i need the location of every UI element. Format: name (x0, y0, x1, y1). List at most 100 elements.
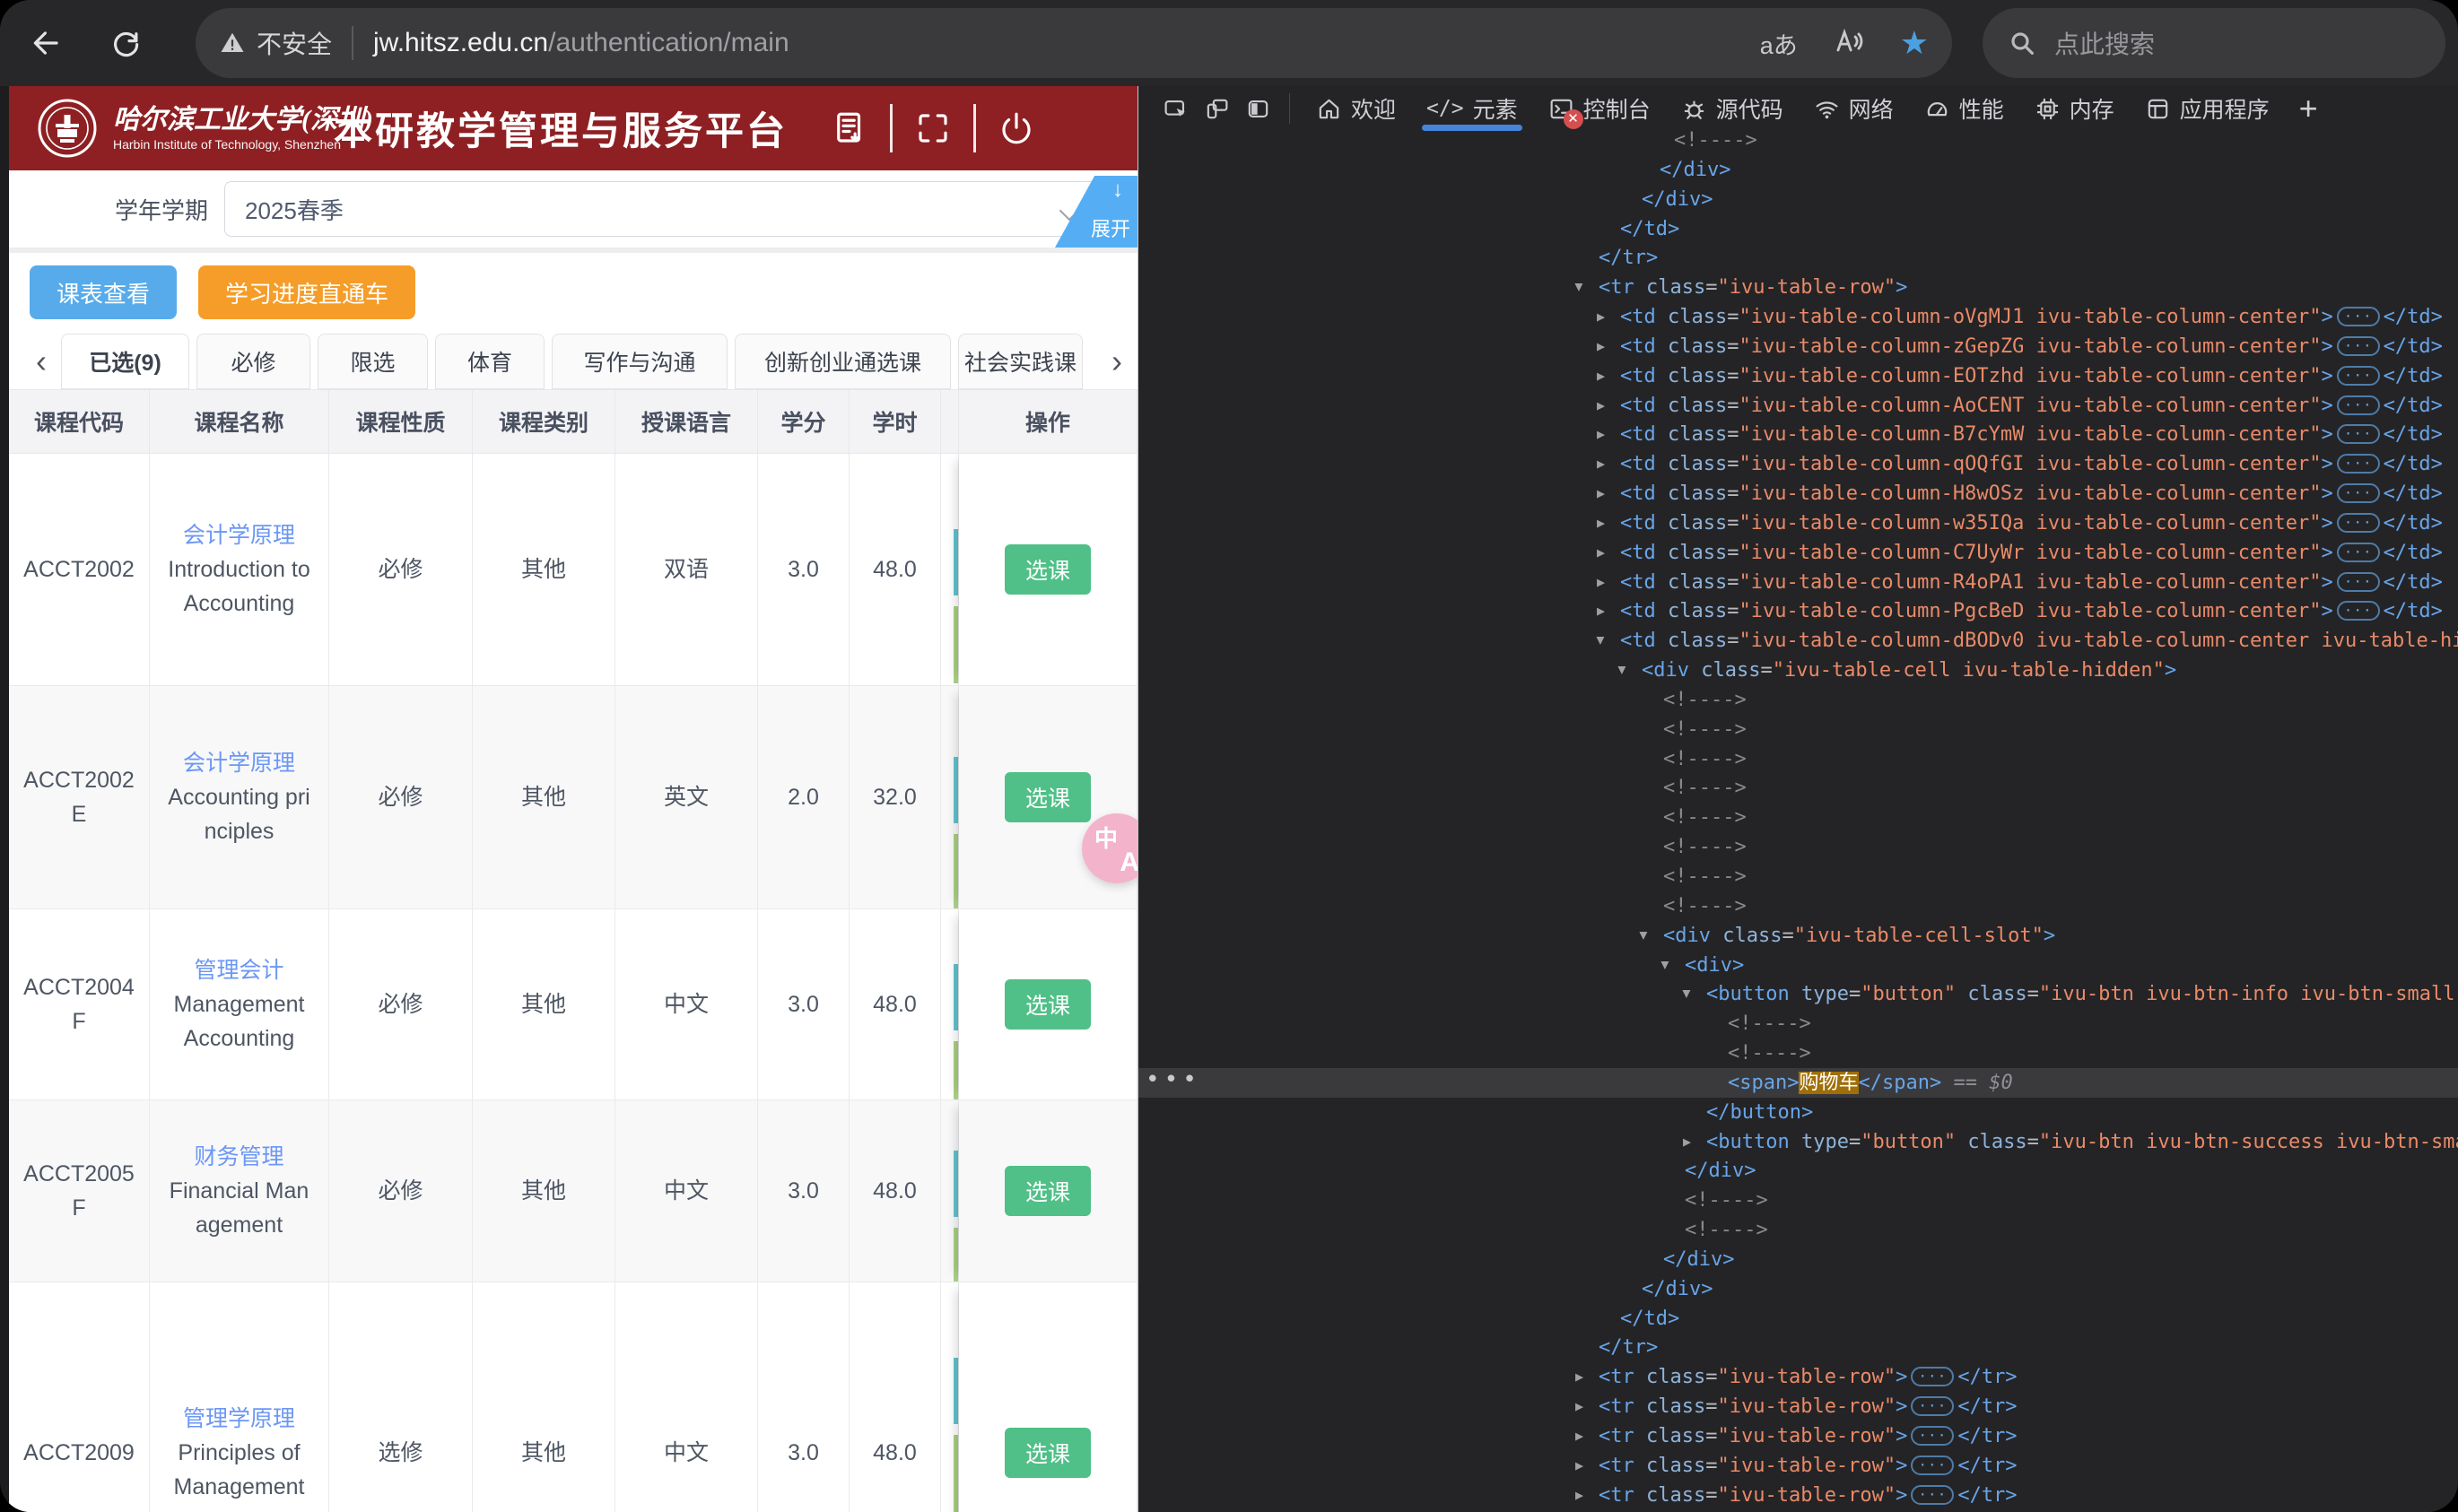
expand-arrow-closed-icon[interactable]: ▶ (1575, 1451, 1583, 1481)
course-name-link[interactable]: 会计学原理 (183, 746, 295, 780)
favorite-star-icon[interactable]: ★ (1900, 24, 1929, 62)
expand-arrow-closed-icon[interactable]: ▶ (1597, 538, 1605, 568)
course-tab[interactable]: 必修 (196, 334, 310, 389)
select-course-button[interactable]: 选课 (1005, 1166, 1091, 1216)
dom-tree-node[interactable]: <!----> (1138, 744, 2458, 774)
dom-tree-node[interactable]: </button> (1138, 1098, 2458, 1127)
back-icon[interactable] (22, 18, 72, 68)
dom-tree-node[interactable]: ▶ <tr class="ivu-table-row"> ··· </tr> (1138, 1392, 2458, 1421)
devtools-tab-欢迎[interactable]: 欢迎 (1301, 86, 1411, 131)
dom-tree-node[interactable]: </td> (1138, 1304, 2458, 1334)
dom-tree-node[interactable]: <!----> (1138, 685, 2458, 715)
dom-tree-node[interactable]: ▶ <td class="ivu-table-column-C7UyWr ivu-… (1138, 538, 2458, 568)
dom-tree-node[interactable]: <!----> (1138, 131, 2458, 155)
expand-arrow-closed-icon[interactable]: ▶ (1575, 1421, 1583, 1451)
expand-arrow-closed-icon[interactable]: ▶ (1575, 1392, 1583, 1421)
dom-tree-node[interactable]: ▶ <div> (1138, 951, 2458, 980)
dom-tree-node[interactable]: ▶ <td class="ivu-table-column-qOQfGI ivu-… (1138, 449, 2458, 479)
dom-tree-node[interactable]: <!----> (1138, 1215, 2458, 1245)
reload-icon[interactable] (100, 18, 151, 68)
dom-tree-node[interactable]: ▶ <td class="ivu-table-column-oVgMJ1 ivu-… (1138, 302, 2458, 332)
dom-tree-node[interactable]: </tr> (1138, 243, 2458, 273)
hidden-children-badge[interactable]: ··· (2336, 542, 2380, 562)
expand-arrow-open-icon[interactable]: ▶ (1629, 932, 1659, 940)
select-course-button[interactable]: 选课 (1005, 772, 1091, 822)
hidden-children-badge[interactable]: ··· (1911, 1367, 1955, 1387)
expand-arrow-closed-icon[interactable]: ▶ (1597, 508, 1605, 538)
inspect-element-icon[interactable] (1155, 89, 1196, 128)
language-tools-icon[interactable]: aあ (1760, 26, 1798, 61)
hidden-children-badge[interactable]: ··· (2336, 307, 2380, 327)
dom-tree-node[interactable]: <!----> (1138, 832, 2458, 862)
hidden-children-badge[interactable]: ··· (2336, 454, 2380, 474)
dom-tree-node[interactable]: <!----> (1138, 1009, 2458, 1038)
fullscreen-icon[interactable] (914, 109, 952, 147)
action-button[interactable]: 学习进度直通车 (198, 265, 416, 319)
dom-tree-node[interactable]: ▶ <button type="button" class="ivu-btn iv… (1138, 979, 2458, 1009)
course-tab[interactable]: 限选 (318, 334, 428, 389)
hidden-children-badge[interactable]: ··· (2336, 335, 2380, 356)
course-name-link[interactable]: 财务管理 (194, 1140, 283, 1174)
expand-arrow-closed-icon[interactable]: ▶ (1597, 361, 1605, 391)
expand-arrow-closed-icon[interactable]: ▶ (1683, 1127, 1691, 1157)
address-bar[interactable]: 不安全 jw.hitsz.edu.cn/authentication/main … (196, 8, 1952, 78)
dom-tree-node[interactable]: ▶ <tr class="ivu-table-row"> (1138, 273, 2458, 302)
dom-tree-node[interactable]: ▶ <td class="ivu-table-column-dBODv0 ivu-… (1138, 626, 2458, 656)
more-tabs-icon[interactable]: + (2285, 90, 2332, 127)
dom-tree-node[interactable]: </div> (1138, 1156, 2458, 1186)
dom-tree-node[interactable]: ▶ <td class="ivu-table-column-PgcBeD ivu-… (1138, 596, 2458, 626)
hidden-children-badge[interactable]: ··· (2336, 512, 2380, 533)
dom-tree-node[interactable]: <!----> (1138, 773, 2458, 803)
devtools-tab-元素[interactable]: </> 元素 (1411, 86, 1533, 131)
course-name-link[interactable]: 会计学原理 (183, 518, 295, 552)
logout-power-icon[interactable] (998, 109, 1035, 147)
panel-resize-grip[interactable]: ••• (1146, 1068, 1201, 1095)
expand-arrow-closed-icon[interactable]: ▶ (1597, 596, 1605, 626)
course-name-link[interactable]: 管理学原理 (183, 1402, 295, 1436)
course-tab[interactable]: 体育 (435, 334, 545, 389)
expand-arrow-closed-icon[interactable]: ▶ (1575, 1481, 1583, 1510)
dom-tree-node[interactable]: ▶ <button type="button" class="ivu-btn iv… (1138, 1127, 2458, 1157)
search-box[interactable]: 点此搜索 (1983, 8, 2445, 78)
devtools-tab-内存[interactable]: 内存 (2019, 86, 2130, 131)
tabs-scroll-left-icon[interactable]: ‹ (22, 334, 61, 389)
expand-arrow-open-icon[interactable]: ▶ (1672, 990, 1702, 998)
course-name-link[interactable]: 管理会计 (194, 953, 283, 987)
devtools-tab-网络[interactable]: 网络 (1799, 86, 1909, 131)
dom-tree-node[interactable]: ▶ <tr class="ivu-table-row"> ··· </tr> (1138, 1451, 2458, 1481)
expand-arrow-open-icon[interactable]: ▶ (1586, 637, 1616, 645)
dom-tree-node[interactable]: <!----> (1138, 891, 2458, 921)
expand-arrow-closed-icon[interactable]: ▶ (1597, 479, 1605, 508)
expand-arrow-closed-icon[interactable]: ▶ (1597, 391, 1605, 421)
dom-tree-node[interactable]: <!----> (1138, 1038, 2458, 1068)
dom-tree-node[interactable]: ▶ <td class="ivu-table-column-AoCENT ivu-… (1138, 391, 2458, 421)
dom-tree-node[interactable]: <!----> (1138, 803, 2458, 832)
tabs-scroll-right-icon[interactable]: › (1096, 334, 1137, 389)
dom-tree-node[interactable]: ▶ <tr class="ivu-table-row"> ··· </tr> (1138, 1481, 2458, 1510)
dom-tree-node[interactable]: </div> (1138, 185, 2458, 214)
hidden-children-badge[interactable]: ··· (2336, 601, 2380, 621)
devtools-tab-应用程序[interactable]: 应用程序 (2130, 86, 2285, 131)
devtools-tab-控制台[interactable]: ✕ 控制台 (1533, 86, 1666, 131)
device-toolbar-icon[interactable] (1196, 89, 1237, 128)
dom-tree-node[interactable]: ▶ <tr class="ivu-table-row"> ··· </tr> (1138, 1421, 2458, 1451)
action-button[interactable]: 课表查看 (30, 265, 178, 319)
dom-tree-node[interactable]: </div> (1138, 1274, 2458, 1304)
course-tab[interactable]: 已选(9) (61, 334, 189, 389)
dom-tree-node[interactable]: </tr> (1138, 1333, 2458, 1362)
dom-tree-node[interactable]: ▶ <td class="ivu-table-column-B7cYmW ivu-… (1138, 420, 2458, 449)
select-course-button[interactable]: 选课 (1005, 1427, 1091, 1478)
hidden-children-badge[interactable]: ··· (2336, 483, 2380, 504)
dom-tree-node[interactable]: ▶ <div class="ivu-table-cell-slot"> (1138, 921, 2458, 951)
dom-tree-node[interactable]: <!----> (1138, 715, 2458, 744)
dom-tree-node[interactable]: </td> (1138, 214, 2458, 244)
dom-tree-node[interactable]: <!----> (1138, 862, 2458, 891)
expand-arrow-closed-icon[interactable]: ▶ (1597, 420, 1605, 449)
document-report-icon[interactable] (831, 109, 868, 147)
dom-tree-node[interactable]: ▶ <td class="ivu-table-column-zGepZG ivu-… (1138, 332, 2458, 361)
dom-tree-node[interactable]: </div> (1138, 1245, 2458, 1274)
hidden-children-badge[interactable]: ··· (2336, 424, 2380, 445)
hidden-children-badge[interactable]: ··· (1911, 1484, 1955, 1505)
dom-tree-node[interactable]: ▶ <div class="ivu-table-cell ivu-table-hi… (1138, 656, 2458, 685)
devtools-tab-源代码[interactable]: 源代码 (1666, 86, 1799, 131)
